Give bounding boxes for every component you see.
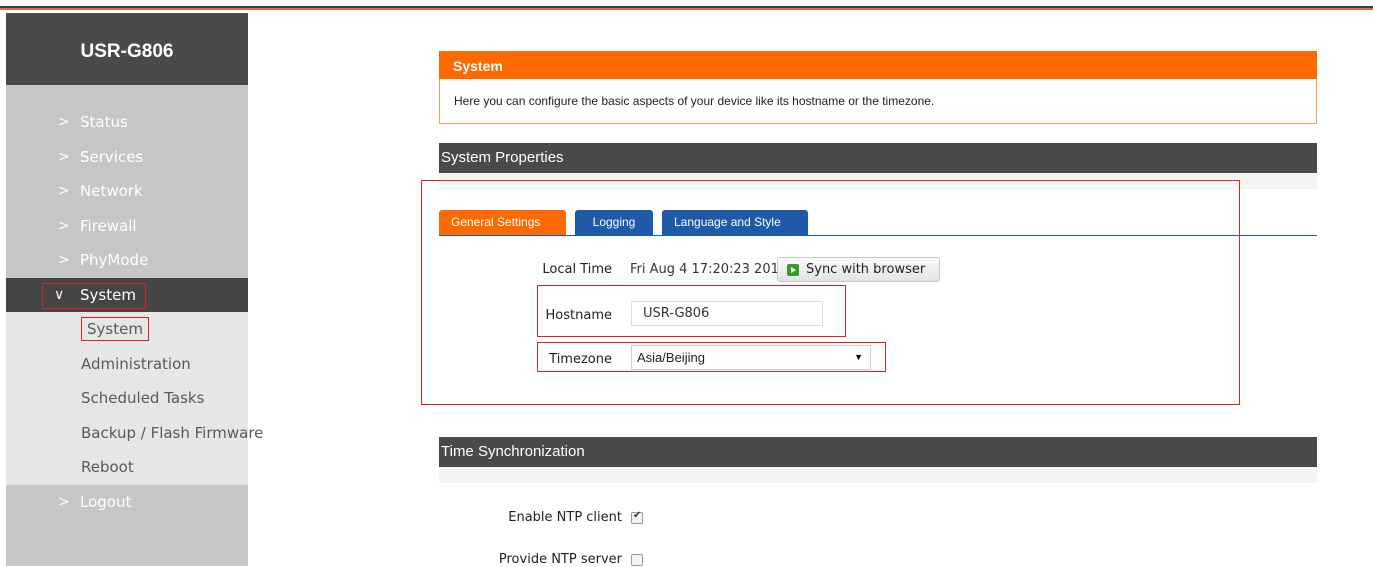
chevron-right-icon: > xyxy=(58,493,70,510)
sidebar: USR-G806 > Status > Services > Network > Fir… xyxy=(6,13,263,566)
submenu-item-backup[interactable]: Backup / Flash Firmware xyxy=(6,416,263,451)
top-bar xyxy=(0,0,1373,13)
chevron-right-icon: > xyxy=(58,148,70,165)
hostname-highlight-box xyxy=(537,285,846,337)
sidebar-nav: > Status > Services > Network > Firewall > Ph… xyxy=(6,105,263,520)
chevron-right-icon: > xyxy=(58,217,70,234)
system-properties-header: System Properties xyxy=(439,143,1317,173)
sidebar-item-services[interactable]: > Services xyxy=(6,140,248,175)
sidebar-item-status[interactable]: > Status xyxy=(6,105,248,140)
sidebar-item-firewall[interactable]: > Firewall xyxy=(6,209,248,244)
timezone-highlight-box xyxy=(537,342,886,372)
sidebar-item-network[interactable]: > Network xyxy=(6,174,248,209)
system-highlight-box xyxy=(42,283,146,309)
provide-ntp-label: Provide NTP server xyxy=(498,552,622,567)
top-accent-line xyxy=(0,6,1373,10)
chevron-right-icon: > xyxy=(58,252,70,268)
brand-logo: USR-G806 xyxy=(6,13,248,85)
submenu-item-system[interactable]: System xyxy=(6,312,248,347)
sidebar-item-label: Network xyxy=(80,182,143,200)
sidebar-item-label: PhyMode xyxy=(80,251,149,269)
page-description: Here you can configure the basic aspects… xyxy=(439,79,1317,124)
submenu-item-label: System xyxy=(81,317,149,341)
submenu-item-reboot[interactable]: Reboot xyxy=(6,450,248,485)
enable-ntp-label: Enable NTP client xyxy=(508,510,622,525)
page-title: System xyxy=(439,51,1317,79)
sidebar-item-logout[interactable]: > Logout xyxy=(6,485,248,520)
sidebar-item-label: Status xyxy=(80,113,128,131)
enable-ntp-checkbox[interactable] xyxy=(631,510,643,524)
sidebar-item-label: Services xyxy=(80,147,144,166)
time-sync-header: Time Synchronization xyxy=(439,437,1317,467)
chevron-right-icon: > xyxy=(58,114,70,130)
system-submenu: System Administration Scheduled Tasks Ba… xyxy=(6,312,263,485)
section-band xyxy=(439,467,1317,483)
sidebar-item-label: Firewall xyxy=(80,216,137,235)
submenu-item-administration[interactable]: Administration xyxy=(6,347,248,382)
sidebar-item-phymode[interactable]: > PhyMode xyxy=(6,243,248,278)
sidebar-item-label: Logout xyxy=(80,492,132,511)
provide-ntp-checkbox[interactable] xyxy=(631,554,643,566)
submenu-item-scheduled-tasks[interactable]: Scheduled Tasks xyxy=(6,381,248,416)
chevron-right-icon: > xyxy=(58,183,70,199)
